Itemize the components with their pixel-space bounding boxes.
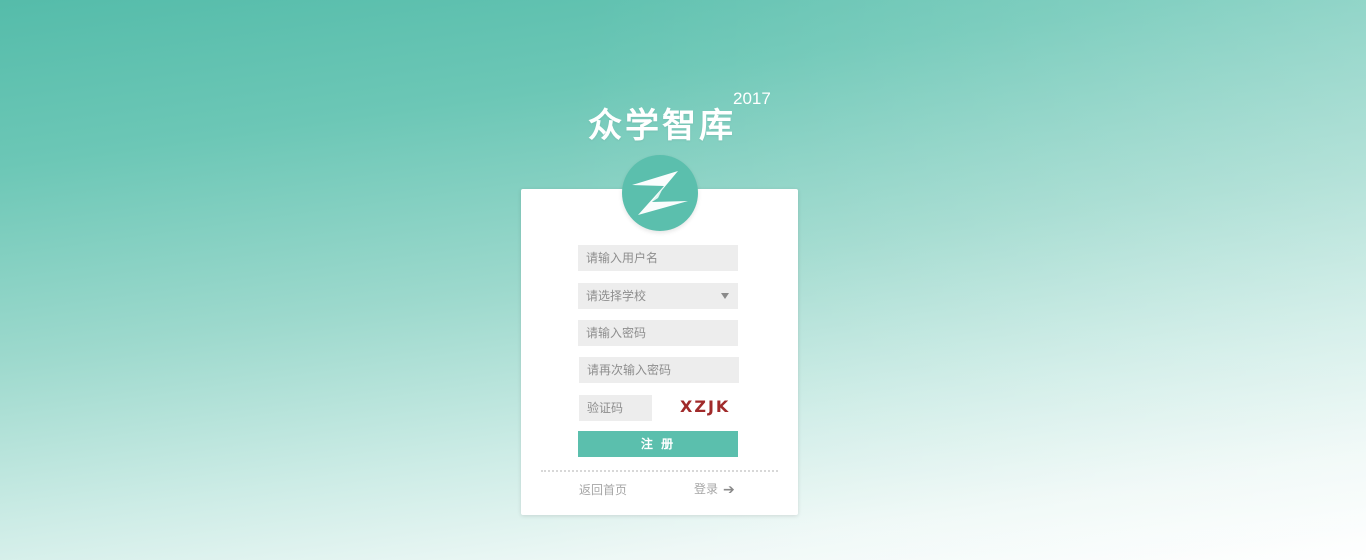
login-link-label: 登录 — [694, 482, 719, 496]
school-select-placeholder: 请选择学校 — [586, 289, 647, 303]
brand-year: 2017 — [733, 89, 771, 108]
confirm-password-input[interactable] — [579, 357, 739, 383]
password-input[interactable] — [578, 320, 738, 346]
back-home-link[interactable]: 返回首页 — [579, 481, 627, 498]
divider — [541, 470, 778, 472]
captcha-input[interactable] — [579, 395, 652, 421]
chevron-down-icon — [721, 293, 729, 299]
login-link[interactable]: 登录 ➔ — [694, 480, 735, 498]
register-button[interactable]: 注 册 — [578, 431, 738, 457]
z-logo-icon — [622, 155, 698, 231]
brand-header: 众学智库 2017 — [588, 89, 788, 148]
register-card — [521, 189, 798, 515]
username-input[interactable] — [578, 245, 738, 271]
brand-title: 众学智库 — [588, 106, 736, 146]
arrow-right-icon: ➔ — [723, 482, 735, 498]
captcha-image[interactable]: XZJK — [680, 397, 730, 416]
school-select[interactable]: 请选择学校 — [578, 283, 738, 309]
